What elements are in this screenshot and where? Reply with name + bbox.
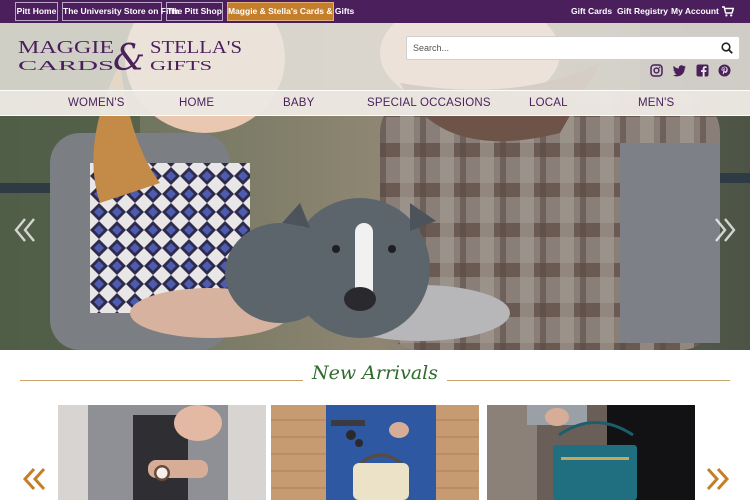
nav-special-occasions[interactable]: SPECIAL OCCASIONS xyxy=(367,90,491,116)
product-card-watch[interactable] xyxy=(58,405,266,500)
svg-text:GIFTS: GIFTS xyxy=(150,59,212,74)
facebook-icon[interactable] xyxy=(696,64,709,77)
product-image-purse-cream xyxy=(271,405,479,500)
search-box xyxy=(406,36,740,60)
nav-home[interactable]: HOME xyxy=(179,90,214,116)
hero-banner: MAGGIE STELLA'S CARDS GIFTS & WOMEN'S HO… xyxy=(0,23,750,350)
top-bar: Pitt Home The University Store on Fifth … xyxy=(0,0,750,23)
cart-icon[interactable] xyxy=(722,6,734,17)
tab-maggie-stellas[interactable]: Maggie & Stella's Cards & Gifts xyxy=(227,2,354,21)
svg-text:MAGGIE: MAGGIE xyxy=(18,37,114,57)
tab-pitt-shop[interactable]: The Pitt Shop xyxy=(166,2,223,21)
product-card-purse-teal[interactable] xyxy=(487,405,695,500)
nav-baby[interactable]: BABY xyxy=(283,90,314,116)
nav-womens[interactable]: WOMEN'S xyxy=(68,90,125,116)
search-input[interactable] xyxy=(413,37,713,59)
divider-left xyxy=(20,380,303,381)
twitter-icon[interactable] xyxy=(673,64,686,77)
carousel-next-icon[interactable] xyxy=(704,466,730,492)
svg-text:&: & xyxy=(113,38,145,76)
tab-pitt-home[interactable]: Pitt Home xyxy=(15,2,58,21)
svg-text:STELLA'S: STELLA'S xyxy=(150,37,242,57)
hero-prev-arrow-icon[interactable] xyxy=(12,215,38,245)
divider-right xyxy=(447,380,730,381)
instagram-icon[interactable] xyxy=(650,64,663,77)
gift-cards-link[interactable]: Gift Cards xyxy=(571,0,612,23)
new-arrivals-title: New Arrivals xyxy=(311,362,439,384)
nav-local[interactable]: LOCAL xyxy=(529,90,568,116)
product-image-watch xyxy=(58,405,266,500)
my-account-link[interactable]: My Account xyxy=(671,0,719,23)
store-logo[interactable]: MAGGIE STELLA'S CARDS GIFTS & xyxy=(16,36,246,76)
nav-mens[interactable]: MEN'S xyxy=(638,90,674,116)
hero-next-arrow-icon[interactable] xyxy=(712,215,738,245)
product-card-purse-cream[interactable] xyxy=(271,405,479,500)
search-icon[interactable] xyxy=(721,42,733,54)
tab-university-store[interactable]: The University Store on Fifth xyxy=(62,2,179,21)
gift-registry-link[interactable]: Gift Registry xyxy=(617,0,668,23)
carousel-prev-icon[interactable] xyxy=(22,466,48,492)
product-image-purse-teal xyxy=(487,405,695,500)
svg-text:CARDS: CARDS xyxy=(18,59,114,74)
pinterest-icon[interactable] xyxy=(718,64,731,77)
